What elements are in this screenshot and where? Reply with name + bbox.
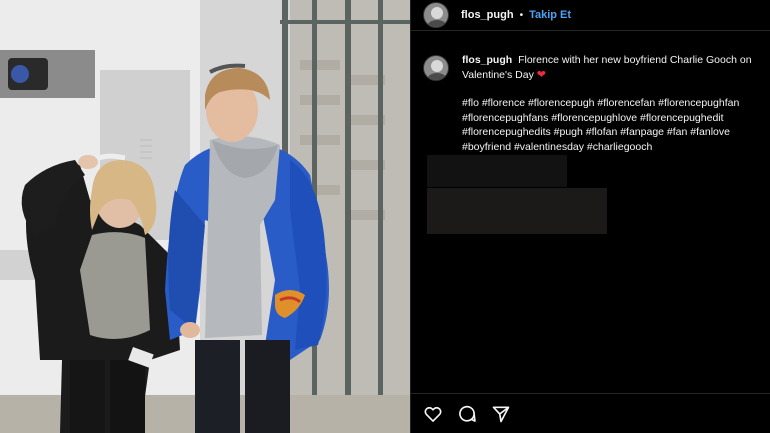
caption: flos_pugh Florence with her new boyfrien… (462, 53, 760, 154)
blurred-comment-area (427, 188, 607, 234)
photo-illustration (0, 0, 410, 433)
profile-avatar[interactable] (423, 2, 449, 28)
avatar-photo (424, 56, 448, 80)
speech-bubble-icon[interactable] (457, 404, 477, 424)
post-actions-bar (411, 393, 770, 433)
post-details-panel: flos_pugh • Takip Et flos_pugh Florence … (410, 0, 770, 433)
caption-body: flos_pugh Florence with her new boyfrien… (462, 53, 760, 82)
post-header: flos_pugh • Takip Et (411, 0, 770, 31)
follow-button[interactable]: Takip Et (529, 9, 571, 21)
blurred-comment-area (427, 155, 567, 187)
caption-username[interactable]: flos_pugh (462, 54, 512, 66)
avatar-photo (424, 3, 448, 27)
caption-row: flos_pugh Florence with her new boyfrien… (411, 31, 770, 154)
caption-avatar[interactable] (423, 55, 449, 81)
heart-outline-icon[interactable] (423, 404, 443, 424)
caption-hashtags[interactable]: #flo #florence #florencepugh #florencefa… (462, 96, 760, 154)
paper-plane-icon[interactable] (491, 404, 511, 424)
heart-emoji-icon: ❤ (536, 68, 546, 81)
instagram-post-view: flos_pugh • Takip Et flos_pugh Florence … (0, 0, 770, 433)
post-photo[interactable] (0, 0, 410, 433)
header-username[interactable]: flos_pugh (461, 9, 514, 21)
header-separator: • (519, 9, 524, 21)
